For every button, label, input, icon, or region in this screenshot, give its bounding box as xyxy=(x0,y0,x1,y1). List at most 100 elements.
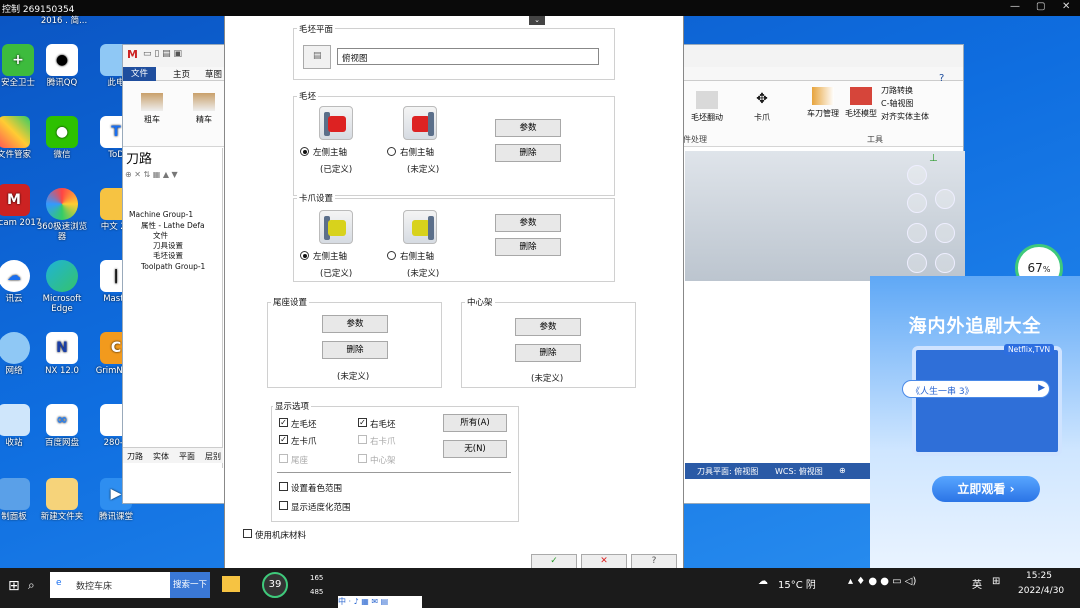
desktop-icon-360-browser[interactable]: 360极速浏览器 xyxy=(34,188,90,242)
clock-time[interactable]: 15:25 xyxy=(1026,571,1052,581)
stock-right-state: (未定义) xyxy=(407,165,440,175)
tailstock-delete-button[interactable]: 删除 xyxy=(322,341,388,359)
stock-model-button[interactable]: 毛坯模型 xyxy=(845,87,877,119)
steady-delete-button[interactable]: 删除 xyxy=(515,344,581,362)
tab-levels[interactable]: 层别 xyxy=(205,451,221,462)
stock-params-button[interactable]: 参数 xyxy=(495,119,561,137)
weather-text[interactable]: 15°C 阴 xyxy=(778,576,816,591)
tab-toolpaths[interactable]: 刀路 xyxy=(127,451,143,462)
weather-icon[interactable]: ☁ xyxy=(758,576,768,587)
file-explorer-icon[interactable] xyxy=(222,576,240,592)
chuck-title: 卡爪设置 xyxy=(297,192,336,204)
right-stock-checkbox[interactable]: ✓ xyxy=(358,418,367,427)
chuck-button[interactable]: ✥ 卡爪 xyxy=(751,91,773,123)
close-icon[interactable]: ✕ xyxy=(1062,1,1070,12)
ime-toolbar[interactable]: 中 · ♪ ▦ ✉ ▤ xyxy=(338,596,422,608)
ime-grid-icon[interactable]: ⊞ xyxy=(992,576,1000,587)
tree-stock-settings[interactable]: 毛坯设置 xyxy=(153,250,183,261)
toolbar-icons[interactable]: ▭ ▯ ▤ ▣ xyxy=(143,49,182,59)
view-button[interactable] xyxy=(935,253,955,273)
shade-range-checkbox[interactable] xyxy=(279,482,288,491)
view-button[interactable] xyxy=(907,223,927,243)
stock-left-radio[interactable] xyxy=(300,147,309,156)
tool-manager-button[interactable]: 车刀管理 xyxy=(807,87,839,119)
clock-date[interactable]: 2022/4/30 xyxy=(1018,586,1064,596)
steady-rest-label: 中心架 xyxy=(370,456,396,466)
use-machine-material-checkbox[interactable] xyxy=(243,529,252,538)
ad-panel[interactable]: 海内外追剧大全 Netflix,TVN 《人生一串 3》 ▶ 立即观看 › xyxy=(870,276,1080,568)
monitor-illustration xyxy=(912,346,1062,456)
select-none-button[interactable]: 无(N) xyxy=(443,440,507,458)
stock-plane-title: 毛坯平面 xyxy=(297,23,336,35)
left-chuck-checkbox[interactable]: ✓ xyxy=(279,435,288,444)
steady-rest-title: 中心架 xyxy=(465,296,495,308)
align-solid-button[interactable]: 对齐实体主体 xyxy=(881,111,929,122)
desktop-icon[interactable]: 2016 . 简... xyxy=(34,16,94,26)
select-all-button[interactable]: 所有(A) xyxy=(443,414,507,432)
stock-right-label: 右侧主轴 xyxy=(400,148,435,158)
globe-icon xyxy=(0,332,30,364)
tailstock-checkbox[interactable] xyxy=(279,454,288,463)
help-icon[interactable]: ? xyxy=(939,73,944,84)
ad-search-bar[interactable]: 《人生一串 3》 ▶ xyxy=(902,380,1050,398)
c-axis-view-button[interactable]: C-轴视图 xyxy=(881,98,913,109)
watch-now-button[interactable]: 立即观看 › xyxy=(932,476,1040,502)
desktop-icon-nx[interactable]: N NX 12.0 xyxy=(34,332,90,376)
left-stock-checkbox[interactable]: ✓ xyxy=(279,418,288,427)
search-icon[interactable]: ⌕ xyxy=(28,578,35,593)
plane-select-button[interactable]: ▤ xyxy=(303,45,331,69)
qq-penguin-icon: ● xyxy=(46,44,78,76)
tab-file[interactable]: 文件 xyxy=(123,67,157,81)
stock-right-radio[interactable] xyxy=(387,147,396,156)
globe-icon[interactable]: ⊕ xyxy=(839,466,846,475)
chuck-left-radio[interactable] xyxy=(300,251,309,260)
maximize-icon[interactable]: ▢ xyxy=(1036,1,1045,12)
view-button[interactable] xyxy=(907,253,927,273)
rough-turn-button[interactable]: 粗车 xyxy=(141,93,163,125)
tab-sketch[interactable]: 草图 xyxy=(205,68,222,80)
remote-title: 控制 269150354 xyxy=(2,5,75,15)
tree-properties[interactable]: 属性 - Lathe Defa xyxy=(141,220,205,231)
view-button[interactable] xyxy=(935,223,955,243)
stock-delete-button[interactable]: 删除 xyxy=(495,144,561,162)
tree-toolpath-group[interactable]: Toolpath Group-1 xyxy=(141,262,205,271)
view-button[interactable] xyxy=(907,193,927,213)
tab-planes[interactable]: 平面 xyxy=(179,451,195,462)
steady-rest-checkbox[interactable] xyxy=(358,454,367,463)
view-button[interactable] xyxy=(935,189,955,209)
tree-machine-group[interactable]: Machine Group-1 xyxy=(129,210,193,219)
chuck-params-button[interactable]: 参数 xyxy=(495,214,561,232)
chuck-delete-button[interactable]: 删除 xyxy=(495,238,561,256)
chuck-right-radio[interactable] xyxy=(387,251,396,260)
windows-start-icon[interactable]: ⊞ xyxy=(8,578,20,594)
right-chuck-checkbox[interactable] xyxy=(358,435,367,444)
upload-speed: 165 xyxy=(310,574,324,582)
view-button[interactable] xyxy=(907,165,927,185)
toolpath-transform-button[interactable]: 刀路转换 xyxy=(881,85,913,96)
toolpath-toolbar[interactable]: ⊕ ✕ ⇅ ▦ ▲ ▼ xyxy=(125,170,178,179)
graphics-viewport[interactable]: ⊥ xyxy=(685,151,965,281)
desktop-icon-qq[interactable]: ● 腾讯QQ xyxy=(34,44,90,88)
tab-solids[interactable]: 实体 xyxy=(153,451,169,462)
desktop-icon-edge[interactable]: Microsoft Edge xyxy=(34,260,90,314)
stock-title: 毛坯 xyxy=(297,90,319,102)
speed-badge[interactable]: 39 xyxy=(262,572,288,598)
desktop-icon-baidu-pan[interactable]: ∞ 百度网盘 xyxy=(34,404,90,448)
input-language[interactable]: 英 xyxy=(972,576,982,591)
finish-turn-button[interactable]: 精车 xyxy=(193,93,215,125)
minimize-icon[interactable]: — xyxy=(1010,1,1020,12)
tray-icons[interactable]: ▴ ♦ ● ● ▭ ◁) xyxy=(848,576,916,587)
mastercam-logo-icon: M xyxy=(127,48,138,61)
plane-view-field[interactable]: 俯视图 xyxy=(337,48,599,65)
search-button[interactable]: 搜索一下 xyxy=(170,572,210,598)
desktop-icon-new-folder[interactable]: 新建文件夹 xyxy=(34,478,90,522)
finish-turn-icon xyxy=(193,93,215,111)
use-machine-material-label: 使用机床材料 xyxy=(255,531,307,541)
fit-range-checkbox[interactable] xyxy=(279,501,288,510)
tab-home[interactable]: 主页 xyxy=(173,68,190,80)
desktop-icon-wechat[interactable]: ● 微信 xyxy=(34,116,90,160)
tailstock-params-button[interactable]: 参数 xyxy=(322,315,388,333)
stock-flip-button[interactable]: 毛坯翻动 xyxy=(691,91,723,123)
collapse-button[interactable]: ⌄ xyxy=(529,16,545,25)
steady-params-button[interactable]: 参数 xyxy=(515,318,581,336)
